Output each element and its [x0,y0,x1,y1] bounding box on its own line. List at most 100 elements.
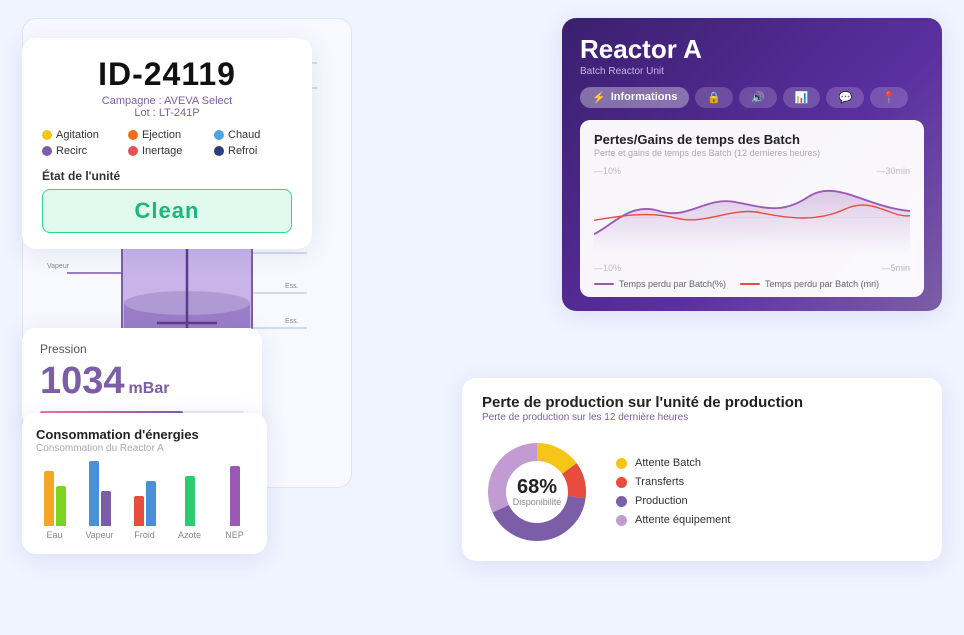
bar-nep-1 [230,466,240,526]
tags-grid: Agitation Ejection Chaud Recirc Inertage… [42,129,292,157]
production-body: 68% Disponibilité Attente Batch Transfer… [482,437,922,547]
production-subtitle: Perte de production sur les 12 dernière … [482,412,922,423]
dot-attente-batch [616,458,627,469]
bar-label-nep: NEP [225,530,244,540]
chart-subtitle: Perte et gains de temps des Batch (12 de… [594,148,910,158]
svg-text:Ess.: Ess. [285,283,299,290]
tag-label: Inertage [142,145,182,157]
id-title: ID-24119 [42,56,292,93]
tag-dot-recirc [42,146,52,156]
reactor-tab-lock[interactable]: 🔒 [695,87,733,108]
reactor-tabs: ⚡ Informations 🔒 🔊 📊 💬 📍 [580,87,924,108]
bar-chart: Eau Vapeur Froid [36,464,253,544]
tag-dot-ejection [128,130,138,140]
reactor-tab-chart[interactable]: 📊 [783,87,821,108]
reactor-title: Reactor A [580,34,924,65]
y-axis-left-bottom: —10% [594,263,621,273]
pression-unit: mBar [129,380,170,398]
tag-dot-refroi [214,146,224,156]
donut-percentage: 68% [513,477,562,497]
tag-dot-agitation [42,130,52,140]
dot-transferts [616,477,627,488]
bar-froid-2 [146,481,156,526]
y-axis-right-top: —30min [876,166,910,176]
tag-label: Recirc [56,145,87,157]
tag-refroi: Refroi [214,145,292,157]
tag-agitation: Agitation [42,129,120,141]
bar-vapeur-1 [89,461,99,526]
production-card: Perte de production sur l'unité de produ… [462,378,942,561]
svg-text:Ess.: Ess. [285,318,299,325]
campaign-label: Campagne : AVEVA Select [42,95,292,107]
bar-label-froid: Froid [134,530,155,540]
bar-group-vapeur: Vapeur [81,456,118,540]
legend-production: Production [616,495,730,507]
tag-recirc: Recirc [42,145,120,157]
energie-card: Consommation d'énergies Consommation du … [22,413,267,554]
tab-icon: ⚡ [592,91,606,104]
reactor-card: Reactor A Batch Reactor Unit ⚡ Informati… [562,18,942,311]
legend-label-pct: Temps perdu par Batch(%) [619,279,726,289]
tag-label: Ejection [142,129,181,141]
pression-value: 1034 mBar [40,360,244,403]
chart-icon: 📊 [795,91,809,104]
svg-text:Vapeur: Vapeur [47,263,70,270]
sound-icon: 🔊 [751,91,765,104]
bar-group-froid: Froid [126,456,163,540]
location-icon: 📍 [882,91,896,104]
bar-label-azote: Azote [178,530,201,540]
bar-group-eau: Eau [36,456,73,540]
tag-ejection: Ejection [128,129,206,141]
production-title: Perte de production sur l'unité de produ… [482,394,922,411]
donut-container: 68% Disponibilité [482,437,592,547]
lot-label: Lot : LT-241P [42,107,292,119]
y-axis-left-top: —10% [594,166,621,176]
legend-transferts: Transferts [616,476,730,488]
legend-label-mn: Temps perdu par Batch (mn) [765,279,879,289]
energie-subtitle: Consommation du Reactor A [36,443,253,454]
etat-label: État de l'unité [42,169,292,183]
label-attente-batch: Attente Batch [635,457,701,469]
bar-froid-1 [134,496,144,526]
chart-title: Pertes/Gains de temps des Batch [594,132,910,147]
tag-dot-inertage [128,146,138,156]
y-axis-right-bottom: —5min [881,263,910,273]
reactor-tab-sound[interactable]: 🔊 [739,87,777,108]
legend-attente-equipement: Attente équipement [616,514,730,526]
bar-azote-1 [185,476,195,526]
bar-eau-1 [44,471,54,526]
reactor-tab-message[interactable]: 💬 [826,87,864,108]
donut-center: 68% Disponibilité [513,477,562,507]
pression-number: 1034 [40,360,125,403]
legend-line-pct [594,283,614,285]
reactor-tab-location[interactable]: 📍 [870,87,908,108]
lock-icon: 🔒 [707,91,721,104]
legend-item-pct: Temps perdu par Batch(%) [594,279,726,289]
bar-group-nep: NEP [216,456,253,540]
message-icon: 💬 [838,91,852,104]
label-production: Production [635,495,688,507]
legend-item-mn: Temps perdu par Batch (mn) [740,279,879,289]
pression-label: Pression [40,342,244,356]
id-card: ID-24119 Campagne : AVEVA Select Lot : L… [22,38,312,249]
tag-label: Refroi [228,145,257,157]
legend-attente-batch: Attente Batch [616,457,730,469]
bar-label-eau: Eau [46,530,62,540]
label-transferts: Transferts [635,476,684,488]
tag-chaud: Chaud [214,129,292,141]
donut-label: Disponibilité [513,497,562,507]
main-scene: ID-24119 Campagne : AVEVA Select Lot : L… [22,18,942,618]
reactor-tab-informations[interactable]: ⚡ Informations [580,87,689,108]
tag-inertage: Inertage [128,145,206,157]
dot-production [616,496,627,507]
energie-title: Consommation d'énergies [36,427,253,442]
reactor-subtitle: Batch Reactor Unit [580,66,924,77]
tag-label: Chaud [228,129,260,141]
dot-attente-equipement [616,515,627,526]
tag-dot-chaud [214,130,224,140]
label-attente-equipement: Attente équipement [635,514,730,526]
production-legend: Attente Batch Transferts Production Atte… [616,457,730,526]
batch-chart-area: Pertes/Gains de temps des Batch Perte et… [580,120,924,297]
legend-line-mn [740,283,760,285]
bar-eau-2 [56,486,66,526]
